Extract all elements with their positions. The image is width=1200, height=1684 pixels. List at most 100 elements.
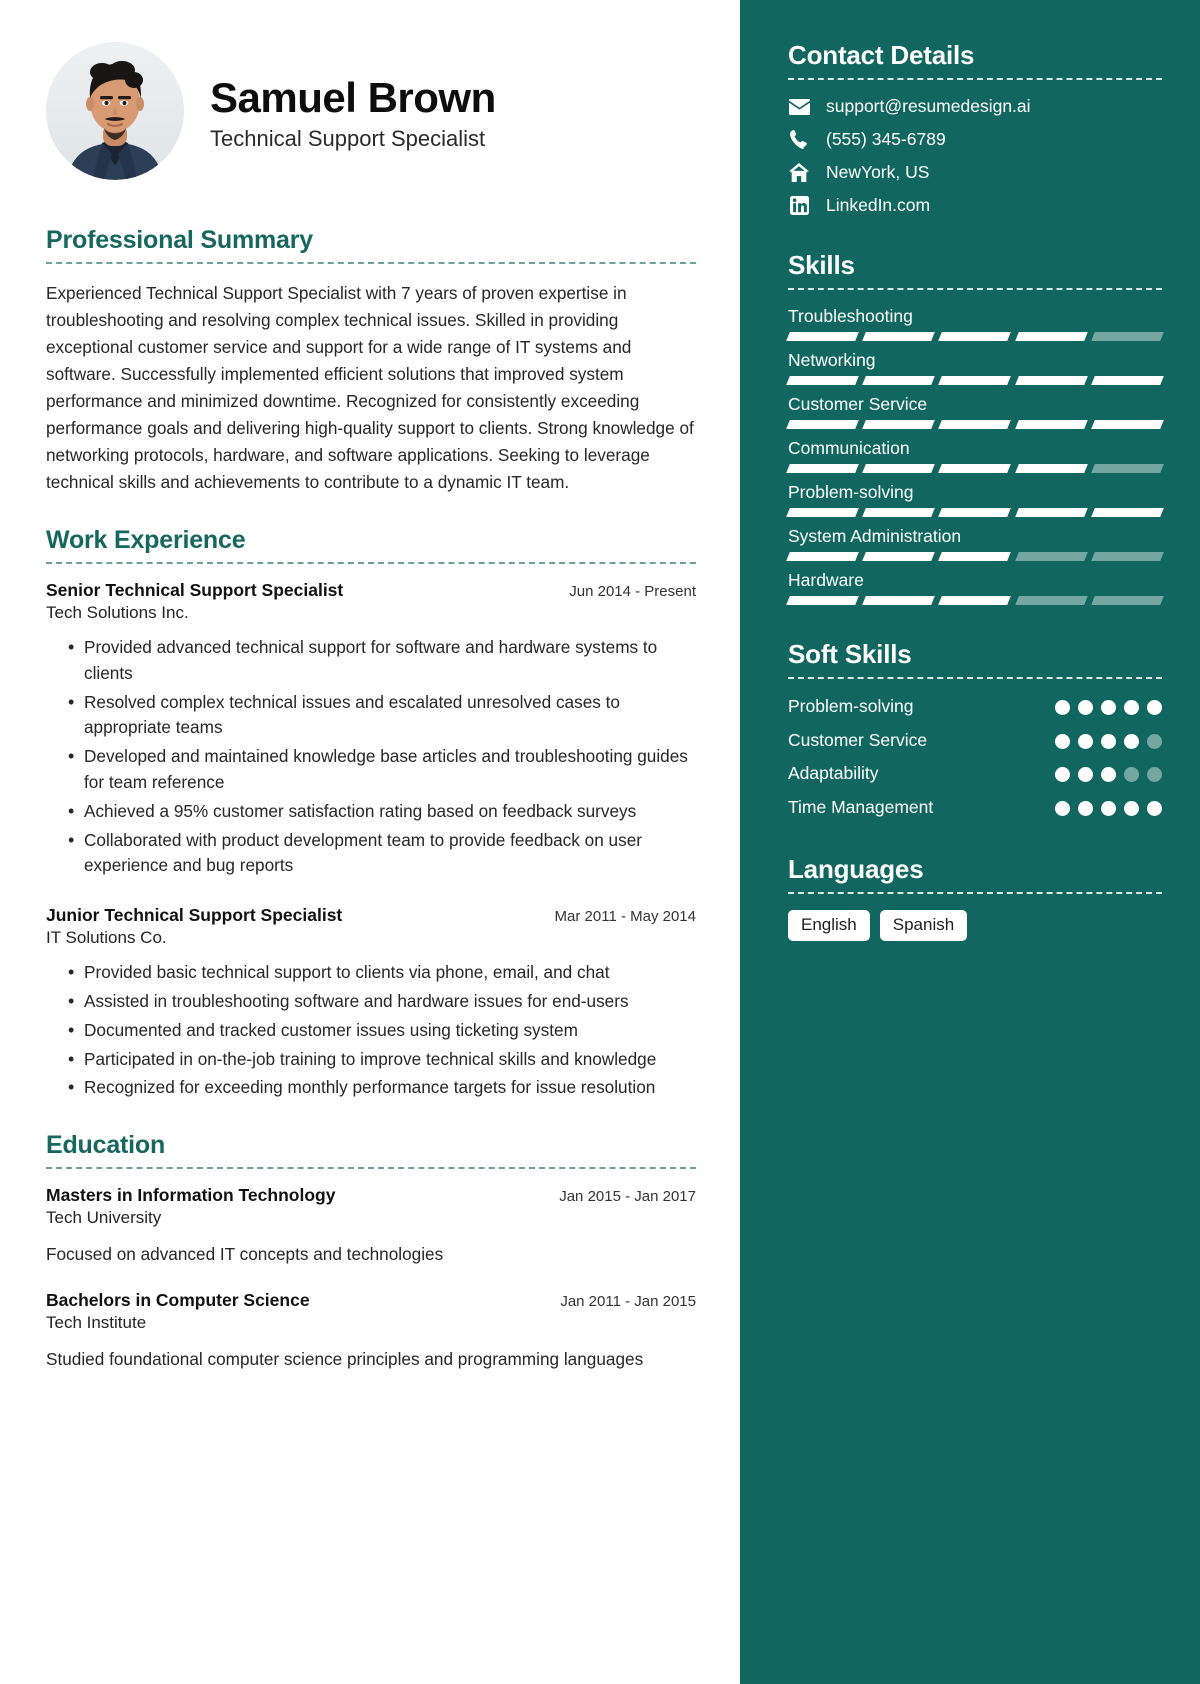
education-heading: Education [46,1131,166,1160]
contact-row[interactable]: support@resumedesign.ai [788,96,1162,117]
education-section: Education Masters in Information Technol… [46,1131,696,1373]
skill-rating-bar [786,552,1164,561]
rating-dot [1147,800,1162,816]
skill-label: Hardware [788,570,864,590]
skill-segment [786,508,860,517]
job-role: Senior Technical Support Specialist [46,580,344,600]
skill-label: Communication [788,438,910,458]
skill-segment [862,332,936,341]
skill-item: Problem-solving [786,482,1164,517]
entry-header: Bachelors in Computer Science Jan 2011 - … [46,1290,696,1311]
experience-entry: Senior Technical Support Specialist Jun 2… [46,580,696,879]
divider [788,677,1162,679]
rating-dot [1101,800,1116,816]
job-company: Tech Solutions Inc. [46,603,189,622]
soft-skill-row: Customer Service [788,729,1162,753]
page-title: Samuel Brown [210,73,496,121]
degree-date: Jan 2015 - Jan 2017 [559,1188,696,1206]
school-name: Tech Institute [46,1312,147,1332]
skill-segment [1090,508,1164,517]
languages-list: English Spanish [788,909,1162,942]
skill-item: Networking [786,350,1164,385]
skill-segment [862,420,936,429]
main-column: Samuel Brown Technical Support Specialis… [0,0,740,1684]
rating-dot [1055,800,1070,816]
contact-details-section: Contact Details support@resumedesign.ai (… [788,40,1162,216]
language-chip[interactable]: English [788,909,870,942]
skill-segment [862,552,936,561]
skill-segment [938,376,1012,385]
education-entry: Bachelors in Computer Science Jan 2011 - … [46,1290,696,1373]
entry-header: Senior Technical Support Specialist Jun 2… [46,580,696,601]
list-item: Collaborated with product development te… [46,827,696,880]
divider [46,1167,696,1170]
soft-skill-rating [1055,762,1162,783]
soft-skill-row: Adaptability [788,762,1162,786]
skill-segment [862,596,936,605]
skill-segment [862,464,936,473]
contact-value: support@resumedesign.ai [826,96,1031,116]
rating-dot [1055,733,1070,749]
soft-skill-rating [1055,695,1162,715]
job-bullets: Provided basic technical support to clie… [46,959,696,1101]
list-item: Documented and tracked customer issues u… [46,1017,696,1044]
rating-dot [1101,733,1116,749]
divider [788,891,1162,894]
skill-label: Customer Service [788,394,928,414]
skill-segment [1090,332,1164,341]
skill-item: System Administration [786,526,1164,561]
skill-segment [786,596,860,605]
summary-heading: Professional Summary [46,226,313,254]
skill-segment [1090,420,1164,429]
skill-segment [786,376,860,385]
skill-segment [862,508,936,517]
rating-dot [1124,800,1139,816]
entry-header: Masters in Information Technology Jan 201… [46,1185,696,1206]
list-item: Participated in on-the-job training to i… [46,1046,696,1073]
rating-dot [1124,700,1139,715]
skills-heading: Skills [788,250,855,280]
soft-skill-label: Problem-solving [788,696,914,716]
skill-segment [1090,552,1164,561]
envelope-icon [788,97,810,117]
skill-item: Hardware [786,570,1164,605]
skill-label: Troubleshooting [788,306,913,326]
list-item: Provided advanced technical support for … [46,634,696,687]
soft-skill-row: Time Management [788,796,1162,820]
skill-rating-bar [786,596,1164,605]
contact-heading: Contact Details [788,40,975,70]
rating-dot [1147,733,1162,749]
soft-skills-heading: Soft Skills [788,639,912,669]
contact-list: support@resumedesign.ai (555) 345-6789 New… [788,96,1162,216]
language-chip[interactable]: Spanish [879,909,968,942]
divider [46,262,696,264]
contact-row[interactable]: LinkedIn.com [788,195,1162,216]
home-icon [788,163,810,183]
skill-label: Networking [788,350,876,370]
skill-segment [786,332,860,341]
soft-skill-row: Problem-solving [788,695,1162,719]
rating-dot [1078,700,1093,715]
rating-dot [1078,800,1093,816]
rating-dot [1101,767,1116,783]
job-bullets: Provided advanced technical support for … [46,634,696,880]
skill-segment [1014,596,1088,605]
languages-heading: Languages [788,853,924,884]
list-item: Resolved complex technical issues and es… [46,689,696,742]
skill-rating-bar [786,464,1164,473]
resume-page: Samuel Brown Technical Support Specialis… [0,0,1200,1684]
rating-dot [1055,767,1070,783]
profile-photo-icon [46,42,184,180]
list-item: Developed and maintained knowledge base … [46,743,696,796]
contact-row[interactable]: NewYork, US [788,162,1162,183]
contact-row[interactable]: (555) 345-6789 [788,129,1162,150]
skill-segment [1014,508,1088,517]
avatar [46,42,184,180]
skill-segment [862,376,936,385]
skill-segment [938,332,1012,341]
education-entry: Masters in Information Technology Jan 201… [46,1185,696,1268]
rating-dot [1124,767,1139,783]
contact-value: LinkedIn.com [826,195,931,215]
skill-segment [938,420,1012,429]
entry-header: Junior Technical Support Specialist Mar 2… [46,905,696,926]
